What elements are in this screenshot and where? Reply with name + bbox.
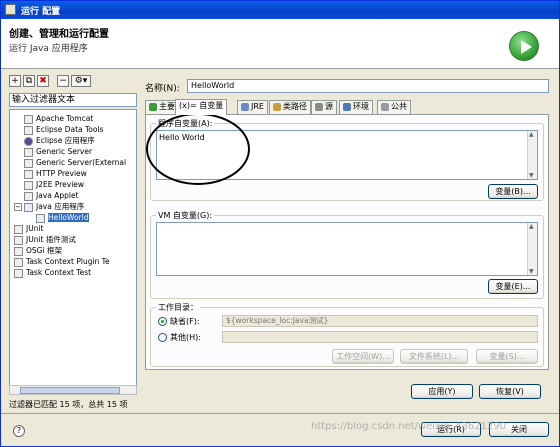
collapse-icon[interactable]: −: [57, 75, 69, 87]
variables-button-e[interactable]: 变量(E)...: [488, 279, 538, 294]
java-app-icon: [24, 202, 33, 212]
scrollbar-thumb[interactable]: [20, 387, 120, 394]
name-input[interactable]: HelloWorld: [187, 79, 549, 93]
tab-common[interactable]: 公共: [377, 100, 411, 114]
task-icon: [14, 257, 23, 267]
working-dir-label: 工作目录：: [156, 302, 200, 313]
tree-item-helloworld[interactable]: HelloWorld: [36, 212, 89, 223]
tree-item-j2ee-preview[interactable]: J2EE Preview: [24, 179, 84, 190]
run-configurations-window: 运行 配置 创建、管理和运行配置 运行 Java 应用程序 + ⧉ ✖ − ⚙▾…: [0, 0, 560, 447]
annotation-circle: [146, 113, 250, 185]
tree-item-task-test[interactable]: Task Context Test: [14, 267, 91, 278]
tab-main[interactable]: 主要: [145, 100, 179, 114]
config-tree[interactable]: Apache Tomcat Eclipse Data Tools Eclipse…: [9, 109, 137, 387]
tree-item-junit[interactable]: JUnit: [14, 223, 43, 234]
dialog-header: 创建、管理和运行配置 运行 Java 应用程序: [1, 19, 559, 69]
vm-args-textarea[interactable]: [156, 222, 538, 276]
tree-item-tomcat[interactable]: Apache Tomcat: [24, 113, 93, 124]
task-icon: [14, 268, 23, 278]
window-title: 运行 配置: [21, 7, 61, 17]
java-class-icon: [36, 213, 45, 223]
run-icon: [509, 31, 539, 61]
tab-environment[interactable]: 环境: [339, 100, 373, 114]
classpath-tab-icon: [273, 102, 281, 111]
tree-item-java-app[interactable]: − Java 应用程序: [14, 201, 84, 212]
config-toolbar: + ⧉ ✖ − ⚙▾: [9, 75, 137, 89]
tree-item-task-plugin[interactable]: Task Context Plugin Te: [14, 256, 110, 267]
source-tab-icon: [315, 102, 323, 111]
tree-item-junit-plugin[interactable]: JUnit 插件测试: [14, 234, 76, 245]
watermark: https://blog.csdn.net/weixin_43621290: [311, 421, 507, 432]
config-list-pane: + ⧉ ✖ − ⚙▾ 输入过滤器文本 Apache Tomcat Eclipse…: [7, 73, 139, 411]
name-label: 名称(N):: [145, 84, 180, 94]
duplicate-icon[interactable]: ⧉: [23, 75, 35, 87]
other-dir-label: 其他(H):: [170, 333, 201, 342]
help-icon[interactable]: ?: [13, 425, 25, 437]
applet-icon: [24, 191, 33, 201]
footer-separator: [1, 413, 559, 414]
server-icon: [24, 147, 33, 157]
collapse-toggle-icon[interactable]: −: [14, 203, 22, 211]
tab-source[interactable]: 源: [311, 100, 337, 114]
tree-item-osgi[interactable]: OSGi 框架: [14, 245, 62, 256]
tab-classpath[interactable]: 类路径: [269, 100, 311, 114]
config-tabs: 主要 (x)= 自变量 JRE 类路径 源 环境 公共: [145, 99, 549, 115]
tree-item-data-tools[interactable]: Eclipse Data Tools: [24, 124, 103, 135]
header-subtitle: 运行 Java 应用程序: [9, 44, 88, 54]
common-tab-icon: [381, 102, 389, 111]
env-tab-icon: [343, 102, 351, 111]
vm-args-label: VM 自变量(G):: [156, 210, 215, 221]
filter-status: 过滤器已匹配 15 项，总共 15 项: [9, 400, 128, 409]
tree-horizontal-scrollbar[interactable]: [9, 385, 137, 395]
other-dir-field: [222, 331, 538, 343]
j2ee-icon: [24, 180, 33, 190]
tree-item-generic-server-ext[interactable]: Generic Server(External: [24, 157, 126, 168]
other-dir-radio[interactable]: [158, 333, 167, 342]
workspace-button[interactable]: 工作空间(W)...: [332, 349, 394, 364]
eclipse-icon: [24, 136, 33, 146]
tree-item-generic-server[interactable]: Generic Server: [24, 146, 92, 157]
tree-item-http-preview[interactable]: HTTP Preview: [24, 168, 87, 179]
variables-button-s[interactable]: 变量(S)...: [476, 349, 538, 364]
junit-plugin-icon: [14, 235, 23, 245]
default-dir-radio[interactable]: [158, 317, 167, 326]
junit-icon: [14, 224, 23, 234]
default-dir-label: 缺省(F):: [170, 317, 200, 326]
filesystem-button[interactable]: 文件系统(L)...: [400, 349, 468, 364]
revert-button[interactable]: 恢复(V): [479, 384, 541, 399]
server-icon: [24, 158, 33, 168]
apply-button[interactable]: 应用(Y): [411, 384, 473, 399]
tomcat-icon: [24, 114, 33, 124]
delete-icon[interactable]: ✖: [37, 75, 49, 87]
tree-item-java-applet[interactable]: Java Applet: [24, 190, 79, 201]
window-icon: [5, 4, 16, 15]
jre-tab-icon: [241, 102, 249, 111]
title-bar: 运行 配置: [1, 1, 559, 19]
tab-jre[interactable]: JRE: [237, 100, 268, 114]
filter-icon[interactable]: ⚙▾: [71, 75, 91, 87]
data-tools-icon: [24, 125, 33, 135]
main-tab-icon: [149, 102, 157, 111]
osgi-icon: [14, 246, 23, 256]
header-title: 创建、管理和运行配置: [9, 29, 109, 40]
vm-args-scrollbar[interactable]: [527, 223, 537, 275]
tree-item-eclipse-app[interactable]: Eclipse 应用程序: [24, 135, 95, 146]
filter-input[interactable]: 输入过滤器文本: [9, 93, 137, 107]
variables-button-b[interactable]: 变量(B)...: [488, 184, 538, 199]
new-config-icon[interactable]: +: [9, 75, 21, 87]
http-icon: [24, 169, 33, 179]
tab-arguments[interactable]: (x)= 自变量: [175, 99, 228, 115]
program-args-scrollbar[interactable]: [527, 131, 537, 179]
default-dir-field: ${workspace_loc:Java测试}: [222, 315, 538, 327]
